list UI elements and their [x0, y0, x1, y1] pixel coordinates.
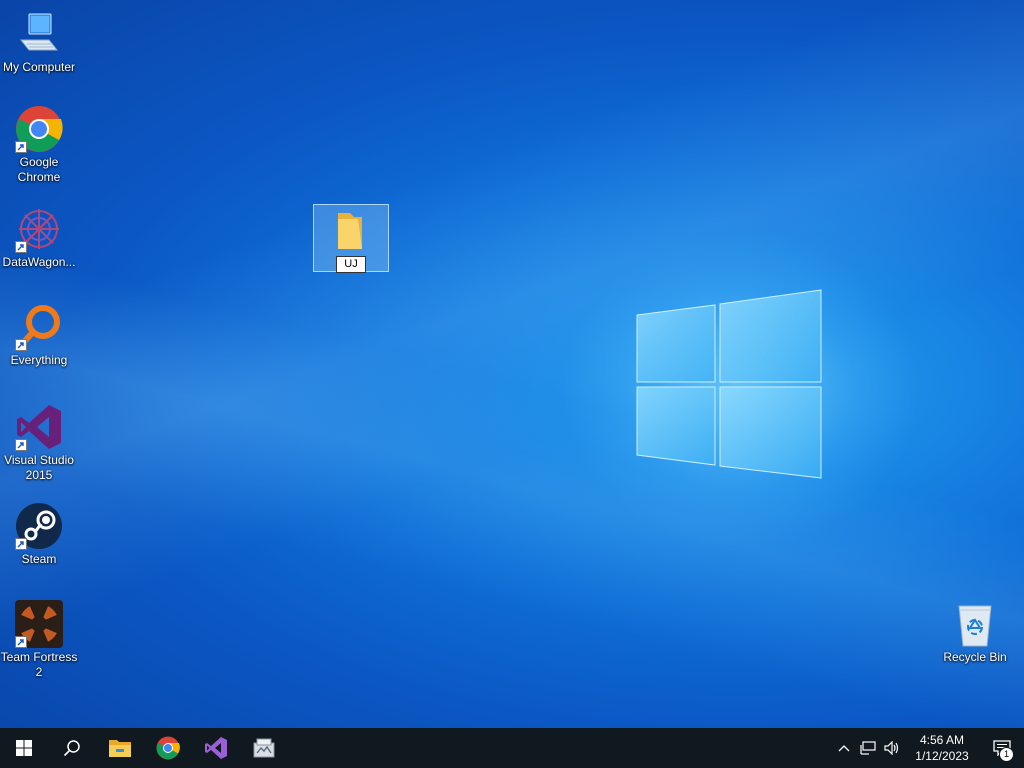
taskbar-file-explorer[interactable]	[96, 728, 144, 768]
everything-icon	[15, 303, 63, 351]
desktop-icon-recycle-bin[interactable]: Recycle Bin	[936, 600, 1014, 665]
desktop-icon-label: My Computer	[2, 60, 76, 74]
wallpaper-beam-lower	[0, 0, 1024, 728]
visual-studio-icon	[15, 403, 63, 451]
shortcut-arrow-icon	[15, 636, 27, 648]
windows-logo-wallpaper	[636, 289, 822, 479]
chrome-icon	[15, 105, 63, 153]
desktop-icon-label: Recycle Bin	[943, 650, 1007, 664]
desktop-icon-label: Team Fortress 2	[0, 650, 78, 679]
shortcut-arrow-icon	[15, 141, 27, 153]
chevron-up-icon	[838, 745, 850, 752]
desktop-icon-label: DataWagon...	[2, 255, 76, 269]
speaker-icon	[884, 741, 899, 755]
folder-rename-input[interactable]: UJ	[336, 256, 366, 273]
search-icon	[63, 740, 80, 757]
desktop-icon-datawagon[interactable]: DataWagon...	[0, 205, 78, 270]
taskbar-chrome[interactable]	[144, 728, 192, 768]
volume-button[interactable]	[880, 728, 904, 768]
windows-start-icon	[16, 740, 32, 756]
folder-icon	[338, 213, 362, 249]
recycle-bin-icon	[951, 600, 999, 648]
desktop-icon-steam[interactable]: Steam	[0, 502, 78, 567]
clock-date: 1/12/2023	[915, 749, 969, 763]
datawagon-icon	[15, 205, 63, 253]
desktop-icon-label: Google Chrome	[17, 155, 61, 184]
steam-icon	[15, 502, 63, 550]
clock[interactable]: 4:56 AM 1/12/2023	[904, 732, 980, 764]
chrome-icon	[156, 736, 180, 760]
team-fortress-icon	[15, 600, 63, 648]
show-hidden-icons-button[interactable]	[832, 728, 856, 768]
desktop-icon-everything[interactable]: Everything	[0, 303, 78, 368]
desktop-icon-label: Steam	[21, 552, 57, 566]
desktop-icon-visual-studio[interactable]: Visual Studio 2015	[0, 403, 78, 483]
network-icon	[860, 741, 876, 755]
app-icon	[253, 738, 275, 758]
network-button[interactable]	[856, 728, 880, 768]
wallpaper-beam	[0, 0, 1024, 728]
notification-count-badge: 1	[999, 747, 1014, 762]
desktop-icon-team-fortress-2[interactable]: Team Fortress 2	[0, 600, 78, 680]
computer-icon	[15, 10, 63, 58]
clock-time: 4:56 AM	[919, 733, 965, 747]
desktop-icon-label: Visual Studio 2015	[4, 453, 74, 482]
file-explorer-icon	[109, 740, 131, 757]
action-center-button[interactable]: 1	[980, 728, 1024, 768]
desktop-icon-google-chrome[interactable]: Google Chrome	[0, 105, 78, 185]
search-button[interactable]	[48, 728, 96, 768]
shortcut-arrow-icon	[15, 339, 27, 351]
taskbar: 4:56 AM 1/12/2023 1	[0, 728, 1024, 768]
taskbar-visual-studio[interactable]	[192, 728, 240, 768]
desktop-icon-label: Everything	[10, 353, 68, 367]
shortcut-arrow-icon	[15, 538, 27, 550]
visual-studio-icon	[205, 737, 227, 759]
taskbar-app[interactable]	[240, 728, 288, 768]
system-tray: 4:56 AM 1/12/2023 1	[832, 728, 1024, 768]
shortcut-arrow-icon	[15, 241, 27, 253]
desktop-icon-my-computer[interactable]: My Computer	[0, 10, 78, 75]
shortcut-arrow-icon	[15, 439, 27, 451]
start-button[interactable]	[0, 728, 48, 768]
